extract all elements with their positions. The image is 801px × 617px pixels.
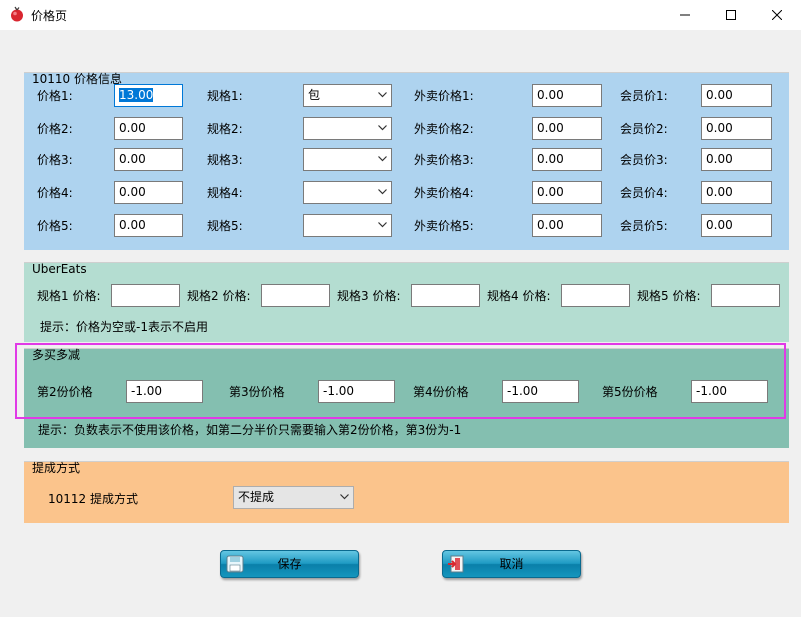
member-price-value: 0.00 xyxy=(706,152,733,166)
commission-group-title: 提成方式 xyxy=(32,461,81,475)
minimize-icon xyxy=(680,14,690,16)
price-input-value: 0.00 xyxy=(119,218,146,232)
member-price-input[interactable]: 0.00 xyxy=(701,117,772,140)
takeout-price-label: 外卖价格3: xyxy=(414,153,474,167)
chevron-down-icon xyxy=(378,125,387,131)
commission-select[interactable]: 不提成 xyxy=(233,486,354,509)
member-price-value: 0.00 xyxy=(706,218,733,232)
ubereats-spec-label: 规格5 价格: xyxy=(637,289,701,303)
member-price-input[interactable]: 0.00 xyxy=(701,181,772,204)
member-price-value: 0.00 xyxy=(706,185,733,199)
spec-select[interactable] xyxy=(303,117,392,140)
chevron-down-icon xyxy=(378,222,387,228)
takeout-price-label: 外卖价格2: xyxy=(414,122,474,136)
spec-label: 规格1: xyxy=(207,89,243,103)
ubereats-group-title: UberEats xyxy=(32,262,87,276)
member-price-value: 0.00 xyxy=(706,121,733,135)
member-price-input[interactable]: 0.00 xyxy=(701,214,772,237)
commission-group: 提成方式 xyxy=(24,461,789,523)
spec-select-value: 包 xyxy=(308,88,321,102)
minimize-button[interactable] xyxy=(662,0,708,30)
takeout-price-input[interactable]: 0.00 xyxy=(532,84,602,107)
member-price-label: 会员价3: xyxy=(620,153,668,167)
takeout-price-input[interactable]: 0.00 xyxy=(532,214,602,237)
spec-label: 规格3: xyxy=(207,153,243,167)
price-input-value: 0.00 xyxy=(119,152,146,166)
chevron-down-icon xyxy=(378,189,387,195)
save-button-label: 保存 xyxy=(277,557,302,571)
price-input[interactable]: 13.00 xyxy=(114,84,183,107)
spec-label: 规格2: xyxy=(207,122,243,136)
multibuy-hint: 提示：负数表示不使用该价格，如第二分半价只需要输入第2份价格，第3份为-1 xyxy=(38,423,462,437)
takeout-price-label: 外卖价格5: xyxy=(414,219,474,233)
maximize-icon xyxy=(726,10,736,20)
chevron-down-icon xyxy=(340,494,349,500)
maximize-button[interactable] xyxy=(708,0,754,30)
takeout-price-value: 0.00 xyxy=(537,152,564,166)
title-bar: 价格页 xyxy=(0,0,801,30)
chevron-down-icon xyxy=(378,156,387,162)
price-input[interactable]: 0.00 xyxy=(114,117,183,140)
cancel-button[interactable]: 取消 xyxy=(442,550,581,578)
ubereats-spec-label: 规格3 价格: xyxy=(337,289,401,303)
window-client: 10110 价格信息 UberEats 多买多减 提成方式 价格1: 13.00 规… xyxy=(1,30,800,616)
price-input-value: 0.00 xyxy=(119,121,146,135)
spec-label: 规格5: xyxy=(207,219,243,233)
ubereats-spec-input[interactable] xyxy=(711,284,780,307)
takeout-price-input[interactable]: 0.00 xyxy=(532,148,602,171)
ubereats-spec-label: 规格4 价格: xyxy=(487,289,551,303)
spec-select[interactable] xyxy=(303,181,392,204)
close-button[interactable] xyxy=(754,0,800,30)
price-label: 价格5: xyxy=(37,219,73,233)
member-price-input[interactable]: 0.00 xyxy=(701,148,772,171)
cancel-button-label: 取消 xyxy=(499,557,524,571)
ubereats-spec-input[interactable] xyxy=(111,284,180,307)
spec-label: 规格4: xyxy=(207,186,243,200)
save-icon xyxy=(226,555,244,573)
chevron-down-icon xyxy=(378,92,387,98)
takeout-price-value: 0.00 xyxy=(537,185,564,199)
price-input[interactable]: 0.00 xyxy=(114,214,183,237)
ubereats-spec-label: 规格2 价格: xyxy=(187,289,251,303)
price-label: 价格1: xyxy=(37,89,73,103)
highlight-box xyxy=(15,343,786,419)
price-label: 价格4: xyxy=(37,186,73,200)
price-input[interactable]: 0.00 xyxy=(114,181,183,204)
ubereats-spec-input[interactable] xyxy=(561,284,630,307)
price-info-group-title: 10110 价格信息 xyxy=(32,72,122,86)
close-icon xyxy=(772,10,782,20)
commission-select-value: 不提成 xyxy=(238,490,275,504)
spec-select[interactable] xyxy=(303,214,392,237)
takeout-price-input[interactable]: 0.00 xyxy=(532,181,602,204)
ubereats-spec-label: 规格1 价格: xyxy=(37,289,101,303)
takeout-price-value: 0.00 xyxy=(537,218,564,232)
takeout-price-label: 外卖价格1: xyxy=(414,89,474,103)
window-title: 价格页 xyxy=(31,9,68,23)
member-price-label: 会员价4: xyxy=(620,186,668,200)
exit-icon xyxy=(448,555,464,573)
commission-label: 10112 提成方式 xyxy=(48,492,138,506)
ubereats-spec-input[interactable] xyxy=(411,284,480,307)
takeout-price-value: 0.00 xyxy=(537,121,564,135)
price-input-value: 13.00 xyxy=(119,88,154,102)
price-input[interactable]: 0.00 xyxy=(114,148,183,171)
ubereats-spec-input[interactable] xyxy=(261,284,330,307)
member-price-label: 会员价1: xyxy=(620,89,668,103)
member-price-input[interactable]: 0.00 xyxy=(701,84,772,107)
save-button[interactable]: 保存 xyxy=(220,550,359,578)
takeout-price-value: 0.00 xyxy=(537,88,564,102)
spec-select[interactable] xyxy=(303,148,392,171)
takeout-price-label: 外卖价格4: xyxy=(414,186,474,200)
spec-select[interactable]: 包 xyxy=(303,84,392,107)
ubereats-hint: 提示：价格为空或-1表示不启用 xyxy=(40,320,208,334)
price-input-value: 0.00 xyxy=(119,185,146,199)
takeout-price-input[interactable]: 0.00 xyxy=(532,117,602,140)
price-label: 价格2: xyxy=(37,122,73,136)
member-price-label: 会员价5: xyxy=(620,219,668,233)
app-icon xyxy=(11,6,23,22)
member-price-label: 会员价2: xyxy=(620,122,668,136)
price-label: 价格3: xyxy=(37,153,73,167)
member-price-value: 0.00 xyxy=(706,88,733,102)
